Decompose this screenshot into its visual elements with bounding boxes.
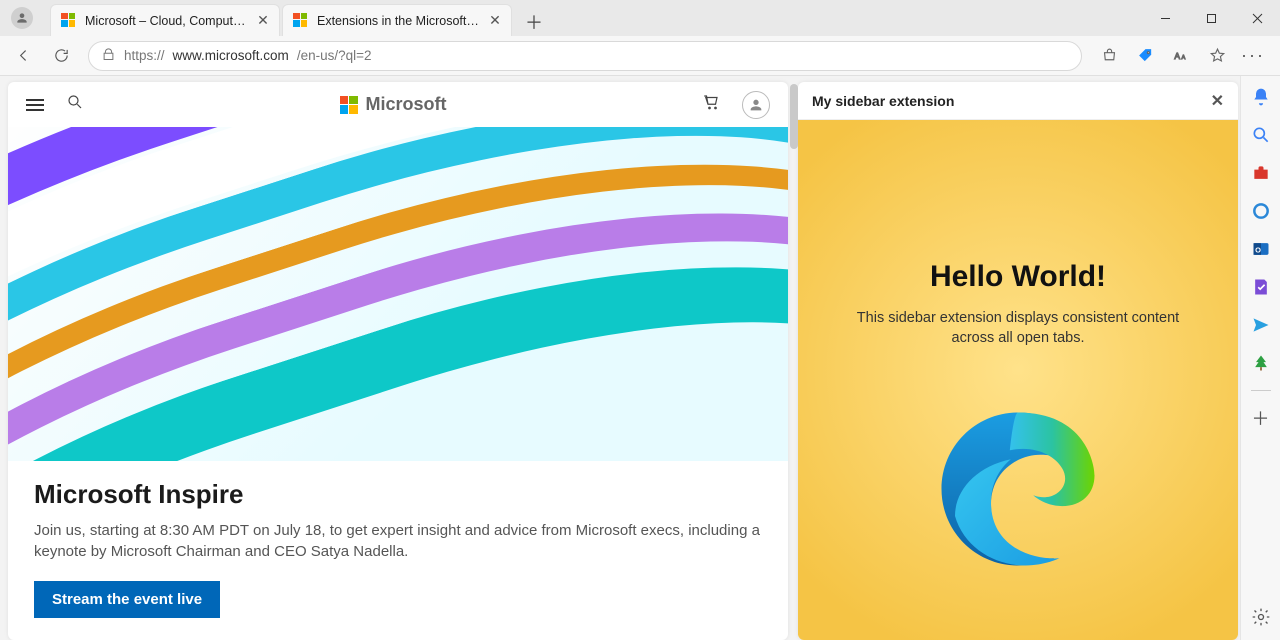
- extension-heading: Hello World!: [930, 260, 1106, 294]
- close-window-button[interactable]: [1234, 0, 1280, 36]
- rail-search-icon[interactable]: [1250, 124, 1272, 146]
- svg-text:A: A: [1174, 51, 1180, 61]
- rail-tree-icon[interactable]: [1250, 352, 1272, 374]
- rail-bell-icon[interactable]: [1250, 86, 1272, 108]
- cart-icon[interactable]: [702, 93, 720, 116]
- minimize-button[interactable]: [1142, 0, 1188, 36]
- browser-window: Microsoft – Cloud, Computers, A ✕ Extens…: [0, 0, 1280, 640]
- url-scheme: https://: [124, 48, 165, 63]
- rail-settings-icon[interactable]: [1250, 606, 1272, 628]
- article-title: Microsoft Inspire: [34, 479, 762, 510]
- ms-favicon-icon: [61, 13, 77, 29]
- back-button[interactable]: [6, 40, 40, 72]
- svg-text:O: O: [1255, 245, 1261, 254]
- close-tab-icon[interactable]: ✕: [255, 12, 271, 29]
- sidebar-extension-panel: My sidebar extension ✕ Hello World! This…: [798, 82, 1238, 640]
- extension-header: My sidebar extension ✕: [798, 82, 1238, 120]
- close-tab-icon[interactable]: ✕: [487, 12, 503, 29]
- extension-close-icon[interactable]: ✕: [1211, 91, 1224, 111]
- toolbar: https:// www.microsoft.com/en-us/?ql=2 AA…: [0, 36, 1280, 76]
- tag-icon[interactable]: [1128, 40, 1162, 72]
- refresh-button[interactable]: [44, 40, 78, 72]
- rail-divider: [1251, 390, 1271, 391]
- url-path: /en-us/?ql=2: [297, 48, 372, 63]
- article-body: Join us, starting at 8:30 AM PDT on July…: [34, 520, 762, 564]
- sidebar-rail: O ＋: [1240, 76, 1280, 640]
- page-scrollbar[interactable]: [790, 82, 798, 634]
- edge-logo-icon: [928, 399, 1108, 579]
- webpage: Microsoft Microsoft Inspire Join us, sta…: [8, 82, 788, 640]
- microsoft-logo-icon: [340, 96, 358, 114]
- site-search-icon[interactable]: [66, 93, 84, 116]
- article: Microsoft Inspire Join us, starting at 8…: [8, 461, 788, 640]
- extension-text: This sidebar extension displays consiste…: [848, 308, 1188, 349]
- rail-note-icon[interactable]: [1250, 276, 1272, 298]
- maximize-button[interactable]: [1188, 0, 1234, 36]
- tab-title: Extensions in the Microsoft Edge: [317, 14, 479, 28]
- rail-briefcase-icon[interactable]: [1250, 162, 1272, 184]
- site-lock-icon: [101, 47, 116, 65]
- site-brand[interactable]: Microsoft: [106, 94, 680, 115]
- svg-text:A: A: [1181, 55, 1185, 61]
- rail-outlook-icon[interactable]: O: [1250, 238, 1272, 260]
- url-host: www.microsoft.com: [173, 48, 289, 63]
- menu-icon[interactable]: [26, 99, 44, 111]
- toolbar-right: AA ···: [1092, 40, 1274, 72]
- favorite-icon[interactable]: [1200, 40, 1234, 72]
- tab-1[interactable]: Extensions in the Microsoft Edge ✕: [282, 4, 512, 36]
- hero-image: [8, 127, 788, 460]
- tabstrip: Microsoft – Cloud, Computers, A ✕ Extens…: [44, 0, 1142, 36]
- extension-title: My sidebar extension: [812, 93, 954, 109]
- account-button[interactable]: [742, 91, 770, 119]
- extension-body: Hello World! This sidebar extension disp…: [798, 120, 1238, 640]
- titlebar: Microsoft – Cloud, Computers, A ✕ Extens…: [0, 0, 1280, 36]
- profile-avatar-icon: [11, 7, 33, 29]
- tab-0[interactable]: Microsoft – Cloud, Computers, A ✕: [50, 4, 280, 36]
- brand-name: Microsoft: [366, 94, 447, 115]
- profile-button[interactable]: [0, 0, 44, 36]
- new-tab-button[interactable]: ＋: [520, 8, 548, 36]
- shopping-icon[interactable]: [1092, 40, 1126, 72]
- cta-button[interactable]: Stream the event live: [34, 581, 220, 618]
- window-controls: [1142, 0, 1280, 36]
- content-row: Microsoft Microsoft Inspire Join us, sta…: [0, 76, 1280, 640]
- page-viewport: Microsoft Microsoft Inspire Join us, sta…: [0, 76, 798, 640]
- address-bar[interactable]: https:// www.microsoft.com/en-us/?ql=2: [88, 41, 1082, 71]
- tab-title: Microsoft – Cloud, Computers, A: [85, 14, 247, 28]
- rail-office-icon[interactable]: [1250, 200, 1272, 222]
- more-button[interactable]: ···: [1236, 45, 1270, 66]
- rail-add-button[interactable]: ＋: [1250, 407, 1272, 429]
- text-size-icon[interactable]: AA: [1164, 40, 1198, 72]
- site-header: Microsoft: [8, 82, 788, 127]
- ms-favicon-icon: [293, 13, 309, 29]
- rail-send-icon[interactable]: [1250, 314, 1272, 336]
